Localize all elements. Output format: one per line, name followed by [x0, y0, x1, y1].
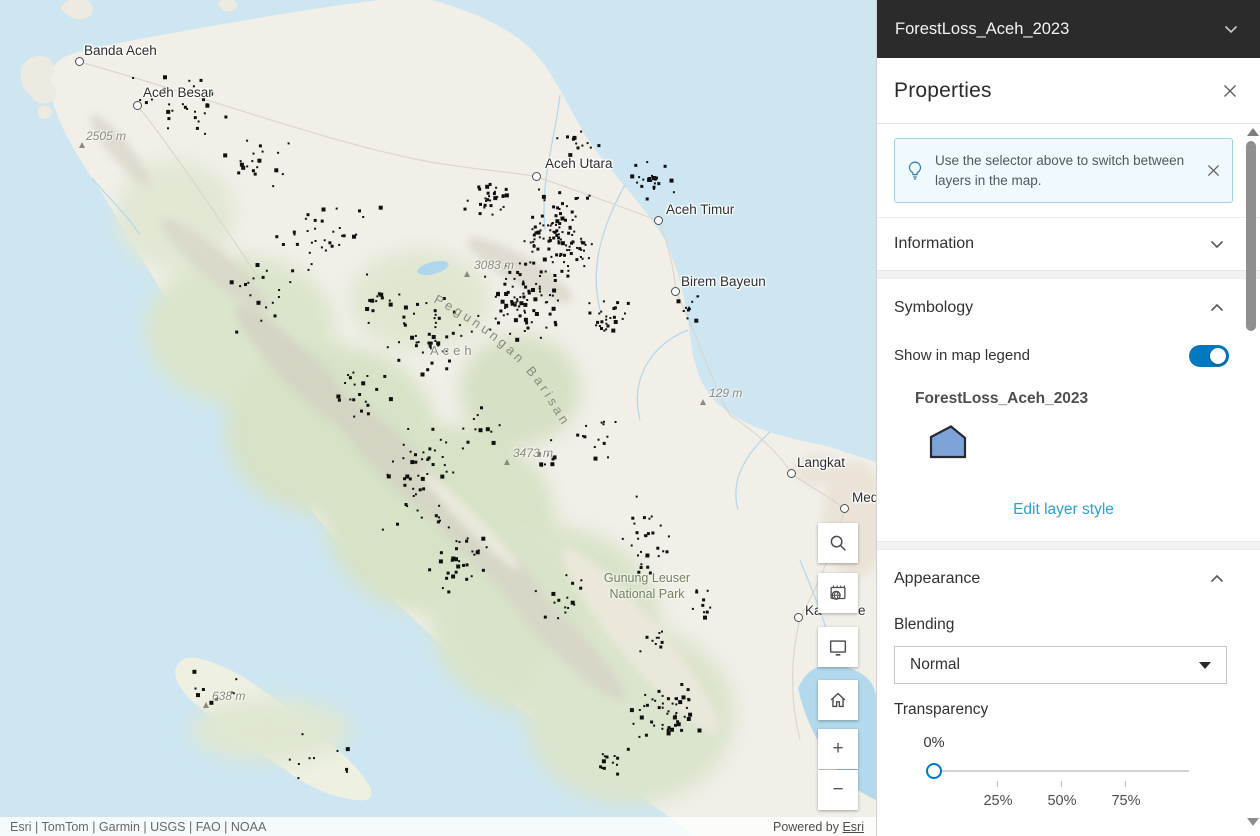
city-label: Med [852, 490, 876, 505]
peak-label: 129 m [709, 386, 742, 400]
home-button[interactable] [818, 680, 858, 720]
panel-header: Properties [877, 58, 1260, 124]
arcgis-map-viewer: Pegunungan Barisan Banda Aceh Aceh Besar… [0, 0, 1260, 836]
basemap-icon [827, 582, 849, 604]
city-label: Aceh Timur [666, 202, 734, 217]
scrollbar-thumb[interactable] [1246, 141, 1256, 331]
city-label: Birem Bayeun [681, 274, 766, 289]
tick-label-75: 75% [1111, 793, 1140, 809]
chevron-up-icon [1210, 303, 1224, 312]
blending-label: Blending [894, 616, 954, 634]
peak-label: 3473 m [513, 446, 553, 460]
esri-link[interactable]: Esri [842, 820, 864, 834]
powered-by: Powered by Esri [773, 820, 864, 834]
city-label: Aceh Utara [545, 156, 613, 171]
tick-label-25: 25% [983, 793, 1012, 809]
polygon-symbol [931, 427, 965, 458]
section-appearance-label: Appearance [894, 570, 980, 588]
scrollbar-down-arrow[interactable] [1247, 818, 1259, 826]
slider-tick [1125, 781, 1126, 787]
search-icon [827, 532, 849, 554]
city-marker-icon [840, 504, 849, 513]
city-marker-icon [654, 216, 663, 225]
legend-layer-title: ForestLoss_Aceh_2023 [915, 390, 1088, 408]
transparency-label: Transparency [894, 701, 988, 719]
close-panel-button[interactable] [1221, 82, 1239, 100]
dropdown-caret-icon [1199, 662, 1211, 669]
peak-label: 3083 m [474, 258, 514, 272]
slider-tick [1061, 781, 1062, 787]
city-marker-icon [671, 287, 680, 296]
close-icon [1223, 84, 1237, 98]
transparency-value: 0% [924, 735, 945, 751]
city-label: Banda Aceh [84, 43, 157, 58]
basemap-button[interactable] [818, 573, 858, 613]
close-icon [1207, 164, 1220, 177]
chevron-down-icon [1224, 25, 1238, 34]
peak-label: 2505 m [86, 129, 126, 143]
peak-label: 638 m [212, 689, 245, 703]
dismiss-notice-button[interactable] [1205, 162, 1222, 179]
properties-panel: ForestLoss_Aceh_2023 Properties Use the … [876, 0, 1260, 836]
city-label: Langkat [797, 455, 845, 470]
map-canvas[interactable]: Pegunungan Barisan Banda Aceh Aceh Besar… [0, 0, 876, 836]
park-label-line1: Gunung Leuser [587, 570, 707, 586]
city-label: e [858, 603, 866, 618]
blending-value: Normal [910, 656, 960, 674]
attribution-sources: Esri | TomTom | Garmin | USGS | FAO | NO… [10, 820, 266, 834]
province-label: Aceh [430, 343, 476, 358]
peak-triangle-icon [79, 142, 85, 148]
transparency-slider-track[interactable] [934, 770, 1189, 772]
city-marker-icon [532, 172, 541, 181]
screen-extent-button[interactable] [818, 627, 858, 667]
powered-by-prefix: Powered by [773, 820, 842, 834]
edit-layer-style-link[interactable]: Edit layer style [894, 501, 1233, 519]
show-in-map-legend-toggle[interactable] [1189, 345, 1229, 367]
toggle-knob [1210, 348, 1226, 364]
show-in-map-legend-label: Show in map legend [894, 347, 1030, 364]
chevron-down-icon [1210, 240, 1224, 249]
search-button[interactable] [818, 523, 858, 563]
home-icon [827, 689, 849, 711]
section-symbology[interactable]: Symbology [877, 281, 1260, 334]
section-divider [877, 541, 1260, 550]
lightbulb-icon [907, 161, 923, 181]
chevron-up-icon [1210, 574, 1224, 583]
tick-label-50: 50% [1047, 793, 1076, 809]
section-information-label: Information [894, 235, 974, 253]
section-appearance[interactable]: Appearance [877, 552, 1260, 605]
blending-select[interactable]: Normal [894, 646, 1227, 684]
basemap-terrain: Pegunungan Barisan [0, 0, 876, 836]
section-symbology-label: Symbology [894, 299, 973, 317]
notice-text: Use the selector above to switch between… [935, 151, 1197, 191]
layer-selector[interactable]: ForestLoss_Aceh_2023 [877, 0, 1260, 58]
layer-selector-value: ForestLoss_Aceh_2023 [895, 20, 1069, 39]
layer-selector-notice: Use the selector above to switch between… [894, 138, 1233, 203]
city-marker-icon [787, 469, 796, 478]
zoom-in-button[interactable]: + [818, 729, 858, 769]
screen-icon [827, 636, 849, 658]
city-label: Aceh Besar [143, 85, 213, 100]
park-label-line2: National Park [587, 586, 707, 602]
section-information[interactable]: Information [877, 217, 1260, 270]
attribution-bar: Esri | TomTom | Garmin | USGS | FAO | NO… [0, 817, 876, 836]
peak-triangle-icon [464, 271, 470, 277]
peak-triangle-icon [700, 399, 706, 405]
section-divider [877, 270, 1260, 279]
peak-triangle-icon [504, 459, 510, 465]
polygon-symbol-swatch [927, 424, 969, 462]
transparency-slider-handle[interactable] [926, 763, 942, 779]
city-marker-icon [133, 101, 142, 110]
zoom-out-button[interactable]: − [818, 770, 858, 810]
peak-triangle-icon [203, 702, 209, 708]
national-park-label: Gunung Leuser National Park [587, 570, 707, 602]
slider-tick [997, 781, 998, 787]
page-title: Properties [894, 79, 992, 103]
city-marker-icon [75, 57, 84, 66]
city-marker-icon [794, 613, 803, 622]
scrollbar-up-arrow[interactable] [1247, 128, 1259, 136]
